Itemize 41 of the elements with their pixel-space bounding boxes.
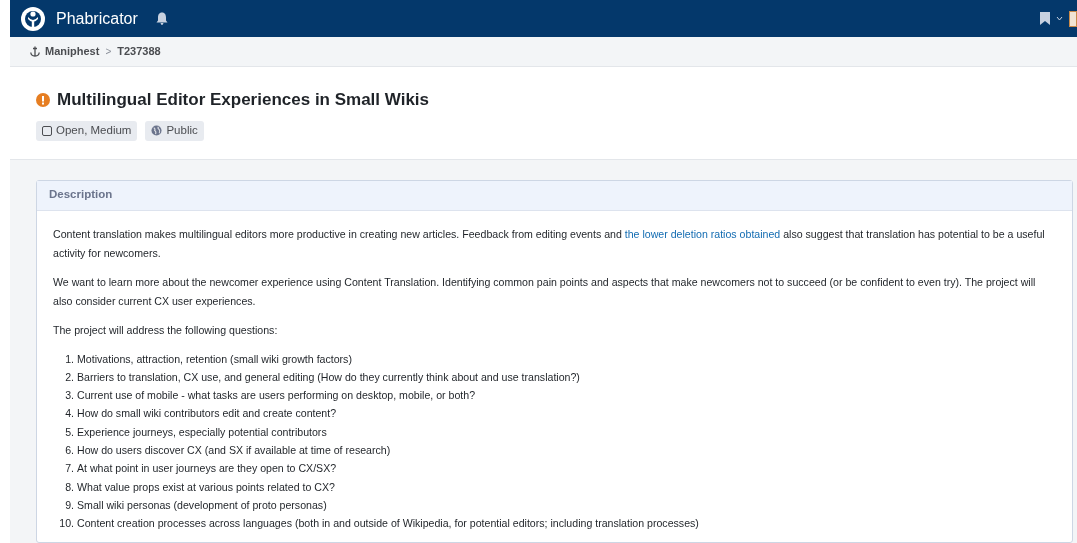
task-title: Multilingual Editor Experiences in Small Wikis	[57, 89, 430, 111]
list-number: 8.	[64, 479, 75, 495]
breadcrumb-separator: >	[105, 45, 112, 59]
bookmark-icon[interactable]	[1040, 12, 1050, 25]
list-item: How do small wiki contributors edit and create content?	[77, 406, 337, 422]
list-item: Small wiki personas (development of proto personas)	[77, 497, 327, 513]
brand-name[interactable]: Phabricator	[56, 6, 138, 31]
list-number: 7.	[64, 461, 75, 477]
paragraph: Content translation makes multilingual editors more productive in creating new articles. Feedback from editing events and the lower deletion ratios obtained also suggest that translation has potential to be a useful activity for newcomers.	[53, 226, 1046, 261]
tag[interactable]: Public	[145, 120, 204, 141]
logo-icon[interactable]	[20, 5, 46, 32]
checkbox-icon	[42, 125, 52, 136]
list-number: 6.	[64, 443, 75, 458]
globe-icon	[151, 125, 163, 136]
list-number: 9.	[64, 497, 75, 513]
anchor-icon	[30, 46, 40, 57]
panel-heading: Description	[49, 187, 113, 203]
avatar-icon[interactable]	[1069, 10, 1077, 27]
list-item: At what point in user journeys are they open to CX/SX?	[77, 461, 337, 477]
list-number: 3.	[64, 388, 75, 404]
list-item: Experience journeys, especially potential contributors	[77, 424, 327, 440]
list-item: Motivations, attraction, retention (small wiki growth factors)	[77, 351, 352, 367]
list-number: 2.	[64, 369, 75, 385]
list-item: Barriers to translation, CX use, and general editing (How do they currently think about and use translation?)	[77, 369, 580, 385]
paragraph: We want to learn more about the newcomer experience using Content Translation. Identifying common pain points and aspects that make newcomers not to succeed (or be confident to even try). The project will also consider current CX user experiences.	[53, 274, 1037, 309]
list-item: Current use of mobile - what tasks are users performing on desktop, mobile, or both?	[77, 388, 476, 404]
bell-icon[interactable]	[155, 12, 168, 25]
tag[interactable]: Open, Medium	[36, 120, 138, 141]
list-item: How do users discover CX (and SX if available at time of research)	[77, 443, 391, 458]
list-item: Content creation processes across languages (both in and outside of Wikipedia, for potential editors; including translation processes)	[77, 516, 699, 532]
paragraph: The project will address the following questions:	[53, 322, 279, 338]
link[interactable]: the lower deletion ratios obtained	[624, 227, 781, 240]
list-number: 1.	[64, 351, 75, 367]
list-item: What value props exist at various points related to CX?	[77, 479, 335, 495]
warning-icon	[36, 92, 50, 107]
breadcrumb-link[interactable]: T237388	[117, 43, 161, 60]
chevron-down-icon[interactable]	[1056, 16, 1063, 21]
list-number: 5.	[64, 424, 75, 440]
list-number: 4.	[64, 406, 75, 422]
list-number: 10.	[58, 516, 75, 532]
breadcrumb-link[interactable]: Maniphest	[45, 43, 100, 60]
